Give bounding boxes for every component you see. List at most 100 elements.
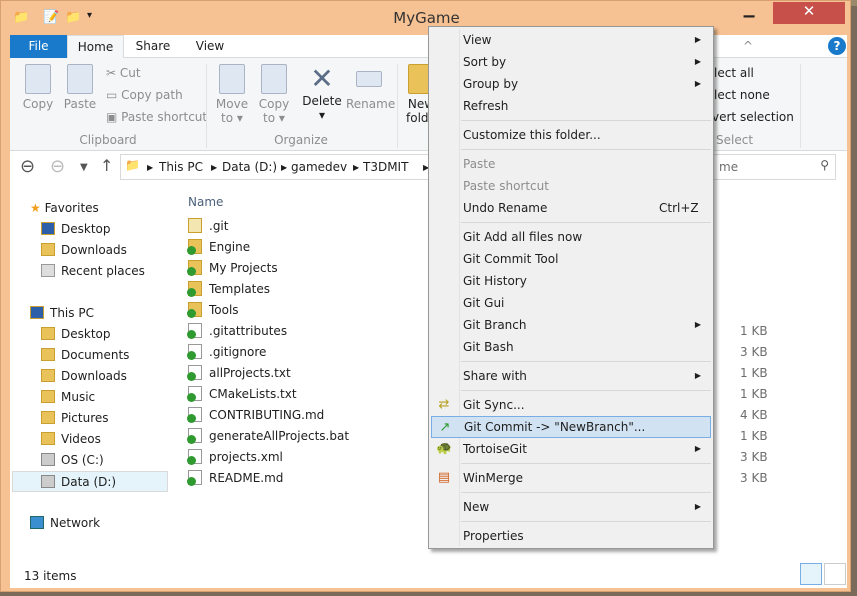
- invert-selection-button[interactable]: vert selection: [712, 110, 794, 124]
- nav-fav-desktop[interactable]: Desktop: [41, 219, 111, 240]
- copy-button[interactable]: Copy: [20, 64, 56, 111]
- nav-favorites[interactable]: ★ Favorites: [30, 198, 99, 219]
- git-commit-icon: ↗: [439, 420, 451, 435]
- tab-home[interactable]: Home: [67, 35, 124, 59]
- menu-item-label: Share with: [463, 369, 527, 383]
- menu-item-label: WinMerge: [463, 471, 523, 485]
- menu-item-share-with[interactable]: Share with ▶: [431, 365, 711, 387]
- menu-separator: [461, 120, 711, 121]
- copy-path-button[interactable]: ▭ Copy path: [106, 88, 183, 102]
- breadcrumb-t3dmit[interactable]: T3DMIT: [363, 160, 408, 174]
- folder-icon: [41, 390, 55, 403]
- nav-label: Favorites: [44, 201, 99, 215]
- collapse-ribbon-icon[interactable]: ^: [740, 35, 756, 58]
- menu-item-view[interactable]: View ▶: [431, 29, 711, 51]
- folder-icon: [41, 432, 55, 445]
- computer-icon: [30, 306, 44, 319]
- folder-icon: [187, 302, 202, 318]
- up-button[interactable]: ↑: [100, 156, 113, 175]
- menu-item-paste[interactable]: Paste: [431, 153, 711, 175]
- menu-item-label: Git Sync...: [463, 398, 525, 412]
- menu-item-git-gui[interactable]: Git Gui: [431, 292, 711, 314]
- menu-item-label: View: [463, 33, 492, 47]
- minimize-button[interactable]: ▁: [726, 2, 772, 24]
- menu-item-git-sync[interactable]: ⇄ Git Sync...: [431, 394, 711, 416]
- tab-share[interactable]: Share: [128, 35, 178, 58]
- menu-item-git-branch[interactable]: Git Branch ▶: [431, 314, 711, 336]
- forward-button[interactable]: ⊖: [50, 156, 65, 177]
- nav-documents[interactable]: Documents: [41, 345, 129, 366]
- menu-item-label: Git History: [463, 274, 527, 288]
- paste-shortcut-button[interactable]: ▣ Paste shortcut: [106, 110, 207, 124]
- menu-item-tortoisegit[interactable]: 🐢 TortoiseGit ▶: [431, 438, 711, 460]
- folder-icon: [41, 327, 55, 340]
- cut-button[interactable]: ✂ Cut: [106, 66, 141, 80]
- menu-item-refresh[interactable]: Refresh: [431, 95, 711, 117]
- nav-network[interactable]: Network: [30, 513, 100, 534]
- menu-item-git-history[interactable]: Git History: [431, 270, 711, 292]
- folder-icon: [41, 369, 55, 382]
- move-to-button[interactable]: Move to ▾: [214, 64, 250, 125]
- file-size: 1 KB: [740, 387, 768, 401]
- menu-item-label: Git Bash: [463, 340, 514, 354]
- menu-item-sort-by[interactable]: Sort by ▶: [431, 51, 711, 73]
- nav-label: Pictures: [61, 411, 109, 425]
- menu-item-git-commit-tool[interactable]: Git Commit Tool: [431, 248, 711, 270]
- back-button[interactable]: ⊖: [20, 156, 35, 177]
- rename-button[interactable]: Rename: [346, 64, 395, 111]
- nav-this-pc[interactable]: This PC: [30, 303, 94, 324]
- tab-file[interactable]: File: [10, 35, 67, 58]
- menu-item-git-commit-newbranch[interactable]: ↗ Git Commit -> "NewBranch"...: [431, 416, 711, 438]
- nav-data-d[interactable]: Data (D:): [12, 471, 168, 492]
- close-button[interactable]: ✕: [773, 2, 845, 24]
- menu-item-new[interactable]: New ▶: [431, 496, 711, 518]
- select-none-button[interactable]: lect none: [714, 88, 770, 102]
- menu-item-group-by[interactable]: Group by ▶: [431, 73, 711, 95]
- clipboard-group-label: Clipboard: [79, 133, 137, 147]
- column-header-name[interactable]: Name: [188, 195, 223, 209]
- explorer-window: 📁 📝 📁 ▾ MyGame ▁ ☐ ✕ File Home Share Vie…: [0, 0, 851, 592]
- menu-item-customize-this-folder[interactable]: Customize this folder...: [431, 124, 711, 146]
- file-icon: [187, 428, 202, 444]
- menu-item-label: New: [463, 500, 490, 514]
- divider: [397, 64, 398, 148]
- menu-item-git-add-all-files-now[interactable]: Git Add all files now: [431, 226, 711, 248]
- menu-item-undo-rename[interactable]: Undo Rename Ctrl+Z: [431, 197, 711, 219]
- menu-item-paste-shortcut[interactable]: Paste shortcut: [431, 175, 711, 197]
- tab-view[interactable]: View: [185, 35, 235, 58]
- nav-downloads[interactable]: Downloads: [41, 366, 127, 387]
- recent-locations-icon[interactable]: ▼: [80, 162, 88, 173]
- nav-label: Videos: [61, 432, 101, 446]
- nav-desktop[interactable]: Desktop: [41, 324, 111, 345]
- select-all-button[interactable]: lect all: [714, 66, 754, 80]
- nav-pictures[interactable]: Pictures: [41, 408, 109, 429]
- context-menu: View ▶ Sort by ▶ Group by ▶ Refresh Customize t…: [428, 26, 714, 549]
- file-name: projects.xml: [209, 450, 283, 464]
- menu-separator: [461, 463, 711, 464]
- breadcrumb-data-d[interactable]: Data (D:): [222, 160, 277, 174]
- nav-fav-downloads[interactable]: Downloads: [41, 240, 127, 261]
- breadcrumb-this-pc[interactable]: This PC: [159, 160, 203, 174]
- large-icons-view-button[interactable]: [824, 563, 846, 585]
- nav-videos[interactable]: Videos: [41, 429, 101, 450]
- file-size: 1 KB: [740, 366, 768, 380]
- file-icon: [187, 386, 202, 402]
- menu-item-properties[interactable]: Properties: [431, 525, 711, 547]
- breadcrumb-gamedev[interactable]: gamedev: [291, 160, 347, 174]
- file-name: Tools: [209, 303, 239, 317]
- paste-button[interactable]: Paste: [62, 64, 98, 111]
- nav-os-c[interactable]: OS (C:): [41, 450, 104, 471]
- nav-recent-places[interactable]: Recent places: [41, 261, 145, 282]
- copy-to-button[interactable]: Copy to ▾: [256, 64, 292, 125]
- help-icon[interactable]: ?: [828, 37, 846, 55]
- drive-icon: [41, 475, 55, 488]
- menu-item-winmerge[interactable]: ▤ WinMerge: [431, 467, 711, 489]
- delete-button[interactable]: ✕ Delete ▾: [302, 64, 342, 123]
- navigation-pane: ★ Favorites Desktop Downloads Recent pla…: [10, 185, 170, 565]
- nav-music[interactable]: Music: [41, 387, 95, 408]
- file-size: 3 KB: [740, 471, 768, 485]
- file-name: CONTRIBUTING.md: [209, 408, 325, 422]
- details-view-button[interactable]: [800, 563, 822, 585]
- menu-item-git-bash[interactable]: Git Bash: [431, 336, 711, 358]
- search-icon[interactable]: ⚲: [820, 158, 829, 172]
